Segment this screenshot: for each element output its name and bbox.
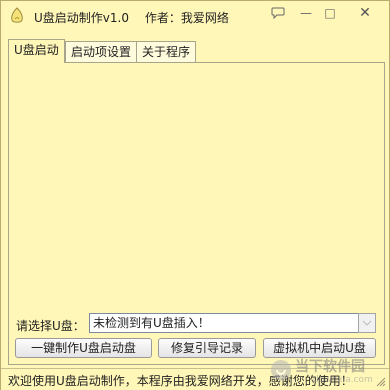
app-title: U盘启动制作v1.0 — [34, 11, 129, 25]
app-window: U盘启动制作v1.0 作者：我爱网络 — □ ✕ U盘启动 启动项设置 关于程序… — [0, 0, 390, 390]
tab-about[interactable]: 关于程序 — [136, 41, 197, 62]
feedback-button[interactable] — [267, 4, 289, 22]
close-icon: ✕ — [359, 5, 371, 21]
watermark-text: 当下软件园 — [295, 359, 365, 375]
author-label: 作者：我爱网络 — [144, 11, 229, 25]
repair-boot-record-button[interactable]: 修复引导记录 — [158, 338, 256, 358]
app-icon — [11, 7, 23, 23]
minimize-button[interactable]: — — [295, 4, 317, 22]
maximize-button[interactable]: □ — [319, 4, 341, 22]
close-button[interactable]: ✕ — [345, 4, 385, 22]
tab-boot-settings[interactable]: 启动项设置 — [65, 41, 138, 62]
vm-boot-usb-button[interactable]: 虚拟机中启动U盘 — [263, 338, 376, 358]
title-bar[interactable]: U盘启动制作v1.0 作者：我爱网络 — □ ✕ — [1, 1, 389, 31]
window-title: U盘启动制作v1.0 作者：我爱网络 — [34, 9, 229, 26]
drive-select[interactable]: 未检测到有U盘插入！ — [89, 313, 359, 333]
watermark-logo-icon — [271, 360, 291, 380]
maximize-icon: □ — [324, 6, 336, 20]
minimize-icon: — — [300, 6, 312, 20]
feedback-icon — [271, 7, 285, 20]
make-boot-disk-button[interactable]: 一键制作U盘启动盘 — [15, 338, 152, 358]
drive-select-label: 请选择U盘： — [16, 319, 85, 333]
drive-select-dropdown-button[interactable] — [358, 313, 376, 333]
tab-usb-boot[interactable]: U盘启动 — [8, 39, 65, 63]
chevron-down-icon — [362, 320, 372, 326]
watermark-url: downxia.com — [313, 375, 373, 385]
watermark: 当下软件园 downxia.com — [269, 356, 387, 390]
